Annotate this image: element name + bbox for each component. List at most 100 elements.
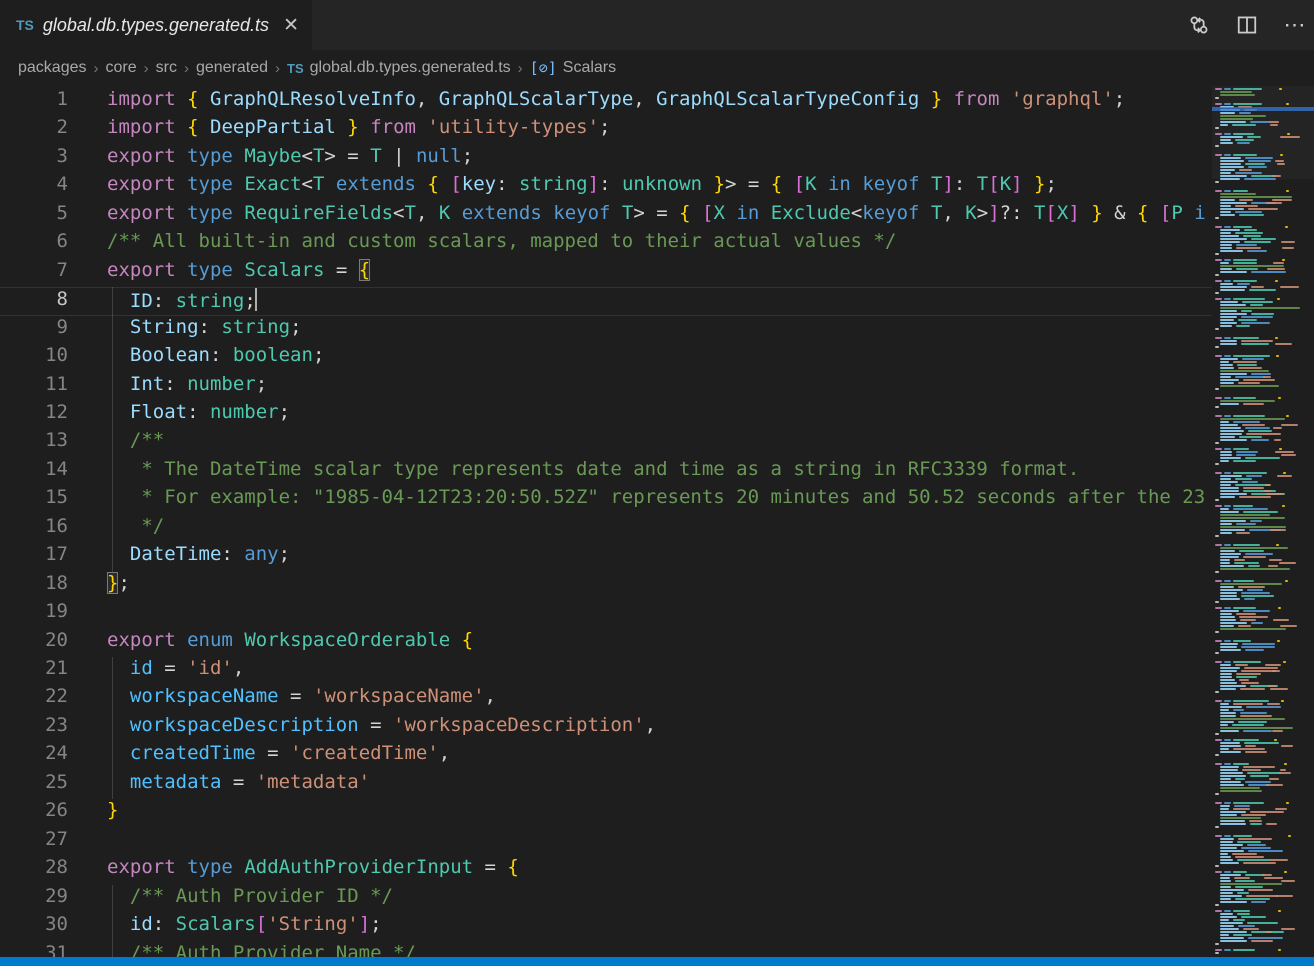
- line-number: 29: [0, 885, 68, 907]
- split-editor-icon[interactable]: [1236, 14, 1258, 36]
- code-line[interactable]: 29 /** Auth Provider ID */: [0, 885, 1212, 914]
- typescript-file-icon: TS: [287, 61, 304, 76]
- open-changes-icon[interactable]: [1188, 14, 1210, 36]
- code-line[interactable]: 22 workspaceName = 'workspaceName',: [0, 685, 1212, 714]
- code-text: /** All built-in and custom scalars, map…: [107, 230, 896, 252]
- text-cursor: [255, 288, 257, 311]
- code-text: /** Auth Provider Name */: [107, 942, 416, 958]
- breadcrumb: packages›core›src›generated›TSglobal.db.…: [0, 50, 1314, 86]
- chevron-separator-icon: ›: [518, 60, 523, 77]
- line-number: 24: [0, 742, 68, 764]
- code-text: DateTime: any;: [107, 543, 290, 565]
- status-bar: [0, 957, 1314, 966]
- tab-bar: TS global.db.types.generated.ts ✕ ⋯: [0, 0, 1314, 50]
- code-line[interactable]: 2 import { DeepPartial } from 'utility-ty…: [0, 116, 1212, 145]
- line-number: 27: [0, 828, 68, 850]
- line-number: 18: [0, 572, 68, 594]
- code-line[interactable]: 13 /**: [0, 429, 1212, 458]
- code-line[interactable]: 1 import { GraphQLResolveInfo, GraphQLSca…: [0, 88, 1212, 117]
- code-line[interactable]: 17 DateTime: any;: [0, 543, 1212, 572]
- chevron-separator-icon: ›: [275, 60, 280, 77]
- code-line[interactable]: 21 id = 'id',: [0, 657, 1212, 686]
- line-number: 16: [0, 515, 68, 537]
- code-text: export type RequireFields<T, K extends k…: [107, 202, 1206, 224]
- line-number: 1: [0, 88, 68, 110]
- line-number: 26: [0, 799, 68, 821]
- more-actions-icon[interactable]: ⋯: [1284, 14, 1306, 36]
- code-line[interactable]: 14 * The DateTime scalar type represents…: [0, 458, 1212, 487]
- typescript-file-icon: TS: [16, 17, 34, 33]
- code-line[interactable]: 7 export type Scalars = {: [0, 259, 1212, 288]
- code-line[interactable]: 27: [0, 828, 1212, 857]
- code-line[interactable]: 3 export type Maybe<T> = T | null;: [0, 145, 1212, 174]
- code-line[interactable]: 31 /** Auth Provider Name */: [0, 942, 1212, 958]
- line-number: 30: [0, 913, 68, 935]
- code-text: export type Exact<T extends { [key: stri…: [107, 173, 1057, 195]
- symbol-type-icon: [⊘]: [530, 59, 557, 77]
- breadcrumb-folder-core[interactable]: core: [106, 59, 137, 77]
- line-number: 19: [0, 600, 68, 622]
- tab-global-db-types[interactable]: TS global.db.types.generated.ts ✕: [0, 0, 312, 50]
- code-line[interactable]: 9 String: string;: [0, 316, 1212, 345]
- code-line[interactable]: 19: [0, 600, 1212, 629]
- code-line[interactable]: 4 export type Exact<T extends { [key: str…: [0, 173, 1212, 202]
- code-line[interactable]: 24 createdTime = 'createdTime',: [0, 742, 1212, 771]
- code-editor[interactable]: 1 import { GraphQLResolveInfo, GraphQLSca…: [0, 86, 1212, 957]
- tab-title: global.db.types.generated.ts: [43, 15, 269, 36]
- code-text: import { GraphQLResolveInfo, GraphQLScal…: [107, 88, 1125, 110]
- editor-actions: ⋯: [1188, 0, 1306, 50]
- code-line[interactable]: 18};: [0, 572, 1212, 601]
- code-text: workspaceName = 'workspaceName',: [107, 685, 496, 707]
- breadcrumb-file[interactable]: global.db.types.generated.ts: [310, 59, 511, 77]
- code-text: Boolean: boolean;: [107, 344, 324, 366]
- code-text: workspaceDescription = 'workspaceDescrip…: [107, 714, 656, 736]
- line-number: 15: [0, 486, 68, 508]
- code-text: String: string;: [107, 316, 302, 338]
- minimap-current-line: [1212, 107, 1314, 111]
- code-line[interactable]: 5export type RequireFields<T, K extends …: [0, 202, 1212, 231]
- code-text: import { DeepPartial } from 'utility-typ…: [107, 116, 610, 138]
- code-line[interactable]: 15 * For example: "1985-04-12T23:20:50.5…: [0, 486, 1212, 515]
- line-number: 9: [0, 316, 68, 338]
- code-line[interactable]: 23 workspaceDescription = 'workspaceDesc…: [0, 714, 1212, 743]
- line-number: 31: [0, 942, 68, 958]
- chevron-separator-icon: ›: [184, 60, 189, 77]
- code-line[interactable]: 16 */: [0, 515, 1212, 544]
- code-line[interactable]: 28export type AddAuthProviderInput = {: [0, 856, 1212, 885]
- line-number: 3: [0, 145, 68, 167]
- code-text: */: [107, 515, 164, 537]
- code-line[interactable]: 12 Float: number;: [0, 401, 1212, 430]
- code-text: ID: string;: [107, 288, 257, 312]
- code-text: Int: number;: [107, 373, 267, 395]
- code-text: * For example: "1985-04-12T23:20:50.52Z"…: [107, 486, 1205, 508]
- code-line[interactable]: 11 Int: number;: [0, 373, 1212, 402]
- code-line[interactable]: 30 id: Scalars['String'];: [0, 913, 1212, 942]
- line-number: 23: [0, 714, 68, 736]
- breadcrumb-folder-generated[interactable]: generated: [196, 59, 268, 77]
- line-number: 4: [0, 173, 68, 195]
- minimap[interactable]: [1212, 86, 1314, 957]
- close-tab-icon[interactable]: ✕: [283, 16, 299, 35]
- breadcrumb-folder-src[interactable]: src: [156, 59, 177, 77]
- code-line[interactable]: 6/** All built-in and custom scalars, ma…: [0, 230, 1212, 259]
- line-number: 7: [0, 259, 68, 281]
- code-text: export type Maybe<T> = T | null;: [107, 145, 473, 167]
- code-text: createdTime = 'createdTime',: [107, 742, 450, 764]
- line-number: 21: [0, 657, 68, 679]
- line-number: 12: [0, 401, 68, 423]
- line-number: 2: [0, 116, 68, 138]
- code-text: /** Auth Provider ID */: [107, 885, 393, 907]
- line-number: 11: [0, 373, 68, 395]
- breadcrumb-symbol[interactable]: Scalars: [563, 59, 616, 77]
- code-text: export type AddAuthProviderInput = {: [107, 856, 519, 878]
- breadcrumb-folder-packages[interactable]: packages: [18, 59, 87, 77]
- code-text: export type Scalars = {: [107, 259, 370, 281]
- code-text: * The DateTime scalar type represents da…: [107, 458, 1079, 480]
- code-line[interactable]: 25 metadata = 'metadata': [0, 771, 1212, 800]
- code-line[interactable]: 26}: [0, 799, 1212, 828]
- code-text: metadata = 'metadata': [107, 771, 370, 793]
- code-line[interactable]: 8 ID: string;: [0, 287, 1212, 316]
- code-line[interactable]: 20export enum WorkspaceOrderable {: [0, 629, 1212, 658]
- code-text: /**: [107, 429, 164, 451]
- code-line[interactable]: 10 Boolean: boolean;: [0, 344, 1212, 373]
